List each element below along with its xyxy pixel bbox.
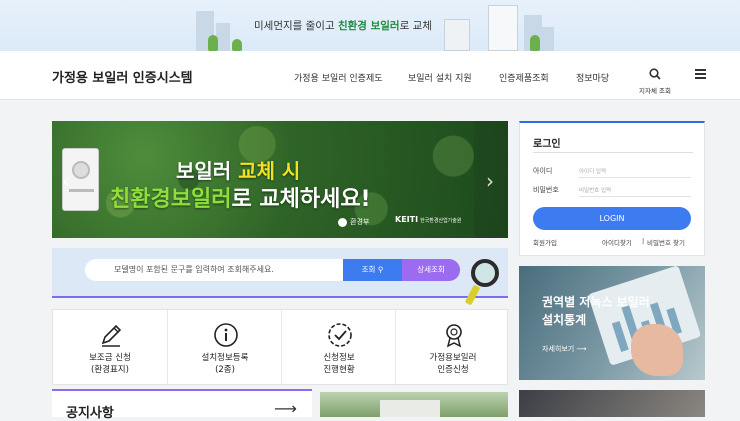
login-panel: 로그인 아이디 아이디 입력 비밀번호 비밀번호 입력 LOGIN 회원가입 아… bbox=[519, 121, 705, 256]
menu-icon[interactable] bbox=[695, 69, 706, 79]
quick-menu: 보조금 신청 (환경표지) 설치정보등록 (2종) 신청정보 진행현황 가정용보… bbox=[52, 309, 509, 386]
banner-message: 미세먼지를 줄이고 친환경 보일러로 교체 bbox=[254, 20, 432, 32]
boiler-graphic bbox=[488, 5, 518, 51]
password-label: 비밀번호 bbox=[533, 186, 559, 194]
find-pw-separator: | bbox=[642, 237, 645, 245]
chevron-right-icon[interactable]: › bbox=[486, 169, 494, 193]
pencil-icon bbox=[101, 324, 122, 347]
find-id-link[interactable]: 아이디찾기 bbox=[602, 237, 632, 247]
nav-item-product-search[interactable]: 인증제품조회 bbox=[499, 71, 549, 84]
local-gov-search-button[interactable]: 지자체 조회 bbox=[638, 65, 672, 95]
nav-item-certification[interactable]: 가정용 보일러 인증제도 bbox=[294, 71, 383, 84]
tree-graphic bbox=[208, 35, 218, 51]
id-label: 아이디 bbox=[533, 167, 553, 175]
site-header: 가정용 보일러 인증시스템 가정용 보일러 인증제도 보일러 설치 지원 인증제… bbox=[0, 51, 740, 100]
boiler-graphic bbox=[444, 19, 470, 51]
hero-banner[interactable]: ‹ › 보일러 교체 시 친환경보일러로 교체하세요! 환경부 KEITI 한국환… bbox=[52, 121, 508, 238]
building-graphic bbox=[216, 23, 230, 51]
stats-title: 권역별 저녹스 보일러 설치통계 bbox=[542, 295, 650, 327]
quick-sublabel: (환경표지) bbox=[91, 365, 129, 375]
quick-label: 설치정보등록 bbox=[201, 353, 249, 363]
id-input[interactable]: 아이디 입력 bbox=[579, 167, 606, 175]
building-graphic bbox=[542, 27, 554, 51]
search-button[interactable]: 조회 ⚲ bbox=[343, 259, 402, 281]
search-icon: ⚲ bbox=[377, 265, 384, 274]
search-icon bbox=[649, 68, 661, 80]
quick-subsidy[interactable]: 보조금 신청 (환경표지) bbox=[53, 310, 167, 386]
check-circle-icon bbox=[328, 323, 352, 347]
top-banner[interactable]: 미세먼지를 줄이고 친환경 보일러로 교체 bbox=[0, 0, 740, 51]
quick-application-status[interactable]: 신청정보 진행현황 bbox=[281, 310, 395, 386]
quick-sublabel: 인증신청 bbox=[437, 365, 469, 375]
nav-item-installation[interactable]: 보일러 설치 지원 bbox=[408, 71, 472, 84]
site-logo[interactable]: 가정용 보일러 인증시스템 bbox=[52, 67, 193, 86]
hero-headline-1: 보일러 교체 시 bbox=[176, 159, 301, 183]
product-search-input[interactable]: 모델명이 포함된 문구를 입력하여 조회해주세요. bbox=[85, 259, 347, 281]
info-icon bbox=[214, 323, 238, 347]
detail-search-button[interactable]: 상세조회 bbox=[402, 259, 460, 281]
ministry-logo: 환경부 bbox=[338, 217, 369, 227]
quick-sublabel: (2종) bbox=[215, 365, 235, 375]
tree-graphic bbox=[530, 35, 540, 51]
quick-label: 가정용보일러 bbox=[429, 353, 477, 363]
keiti-logo: KEITI 한국환경산업기술원 bbox=[395, 215, 462, 224]
quick-label: 보조금 신청 bbox=[89, 353, 131, 363]
login-title: 로그인 bbox=[533, 139, 561, 150]
search-label: 지자체 조회 bbox=[639, 87, 671, 95]
quick-install-register[interactable]: 설치정보등록 (2종) bbox=[167, 310, 281, 386]
login-button[interactable]: LOGIN bbox=[533, 207, 691, 230]
quick-sublabel: 진행현황 bbox=[323, 365, 355, 375]
stats-more-link[interactable]: 자세히보기 ⟶ bbox=[542, 344, 586, 354]
password-input[interactable]: 비밀번호 입력 bbox=[579, 186, 611, 194]
award-icon bbox=[446, 324, 462, 348]
magnifier-illustration bbox=[464, 259, 506, 307]
promo-photo[interactable] bbox=[320, 392, 508, 417]
arrow-right-icon[interactable]: ⟶ bbox=[274, 399, 297, 418]
notice-title: 공지사항 bbox=[66, 406, 114, 421]
stats-card[interactable]: 권역별 저녹스 보일러 설치통계 자세히보기 ⟶ bbox=[519, 266, 705, 380]
secondary-card[interactable] bbox=[519, 390, 705, 417]
nav-item-info[interactable]: 정보마당 bbox=[576, 71, 609, 84]
tree-graphic bbox=[232, 39, 242, 51]
signup-link[interactable]: 회원가입 bbox=[533, 237, 557, 247]
product-search-box: 모델명이 포함된 문구를 입력하여 조회해주세요. 조회 ⚲ 상세조회 bbox=[52, 248, 508, 298]
find-pw-link[interactable]: 비밀번호 찾기 bbox=[647, 237, 685, 247]
quick-certification-apply[interactable]: 가정용보일러 인증신청 bbox=[395, 310, 509, 386]
quick-label: 신청정보 bbox=[323, 353, 355, 363]
notice-section: 공지사항 ⟶ bbox=[52, 389, 312, 421]
hand-image bbox=[631, 324, 683, 376]
hero-headline-2: 친환경보일러로 교체하세요! bbox=[110, 187, 371, 212]
chevron-left-icon[interactable]: ‹ bbox=[62, 169, 70, 193]
